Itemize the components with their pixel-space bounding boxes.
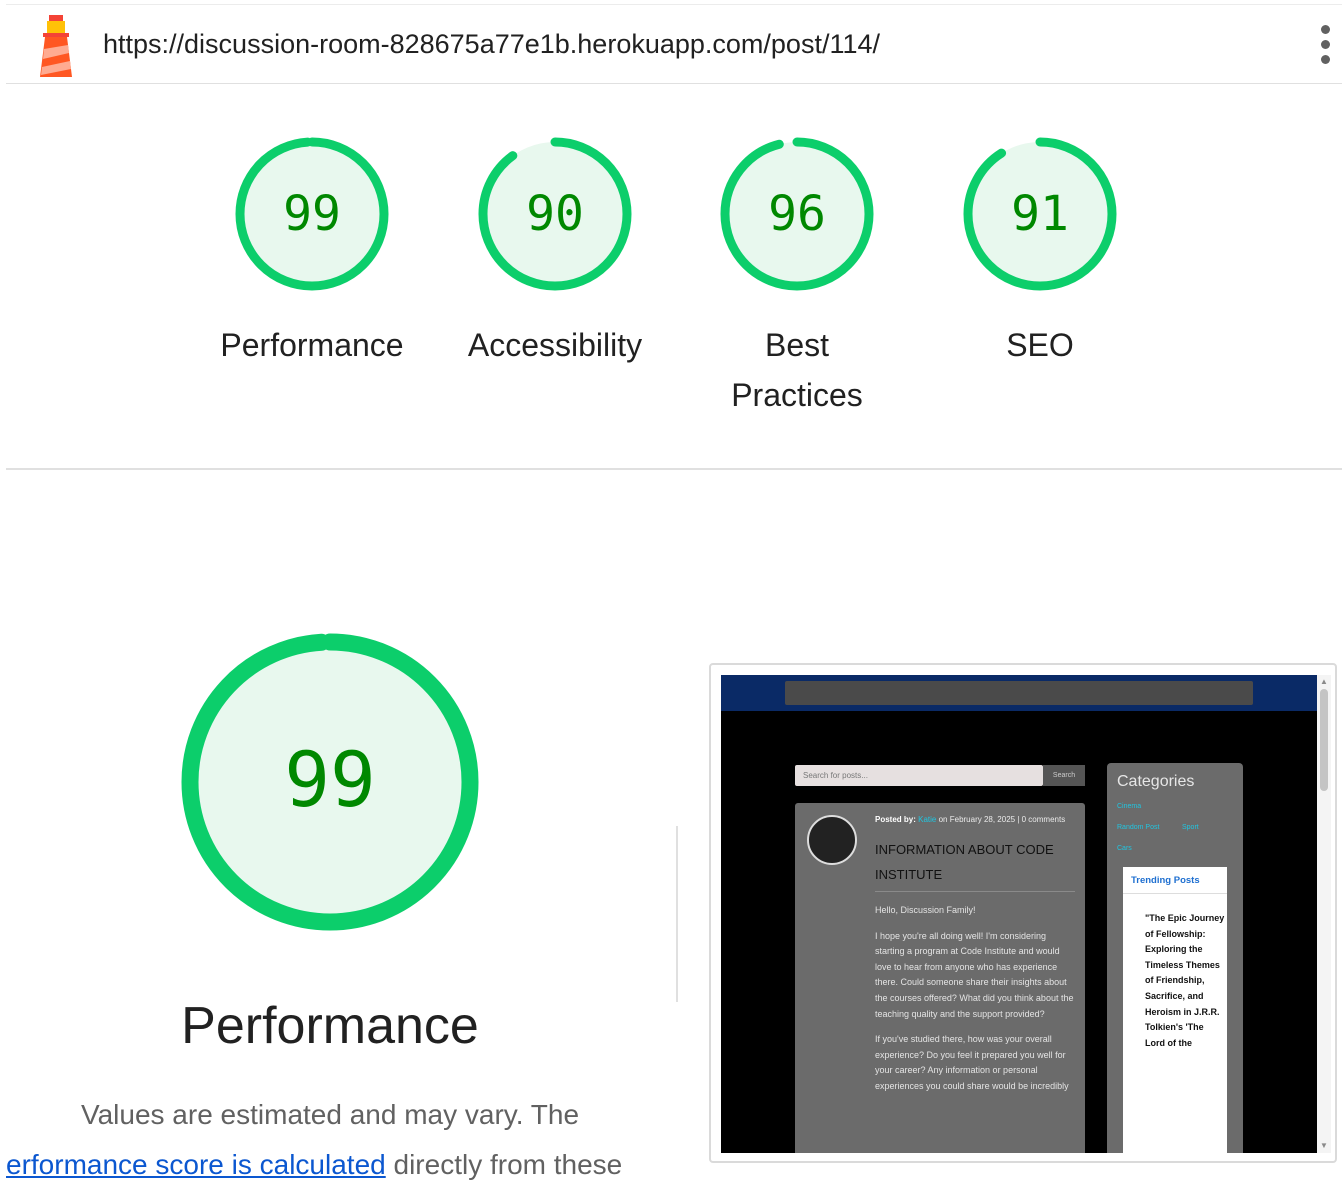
post-body: Hello, Discussion Family! I hope you're … [875, 903, 1075, 1105]
final-screenshot[interactable]: Search for posts... Search Posted by: Ka… [721, 675, 1317, 1153]
category-link: Sport [1182, 824, 1199, 831]
description-rest: directly from these [385, 1149, 623, 1180]
best-practices-score: 96 [768, 186, 826, 242]
posted-by-label: Posted by: [875, 815, 916, 824]
post-paragraph: If you've studied there, how was your ov… [875, 1034, 1069, 1091]
seo-score: 91 [1011, 186, 1069, 242]
seo-label: SEO [1006, 327, 1074, 363]
section-divider [6, 468, 1342, 470]
gauge-label-line: Practices [731, 377, 863, 413]
category-link: Random Post [1117, 824, 1160, 831]
site-search-button: Search [1043, 765, 1085, 786]
report-header: https://discussion-room-828675a77e1b.her… [6, 4, 1342, 84]
categories-card: Categories Cinema Random Post Sport Cars… [1107, 763, 1243, 1153]
best-practices-label: Best Practices [687, 320, 907, 420]
performance-detail-title: Performance [181, 997, 479, 1055]
post-title: INFORMATION ABOUT CODE INSTITUTE [875, 842, 1054, 882]
post-divider [875, 891, 1075, 892]
post-meta: Posted by: Katie on February 28, 2025 | … [875, 815, 1065, 824]
category-link: Cinema [1117, 803, 1142, 810]
performance-description-line2: erformance score is calculated directly … [6, 1140, 622, 1190]
performance-description: Values are estimated and may vary. The [80, 1099, 580, 1130]
performance-detail-score: 99 [284, 735, 376, 824]
trending-divider [1123, 893, 1227, 894]
column-divider [676, 826, 678, 1002]
more-options-icon[interactable] [1312, 25, 1338, 69]
seo-gauge[interactable]: 91 SEO [930, 132, 1150, 432]
lighthouse-icon [40, 15, 72, 77]
scroll-up-icon[interactable]: ▲ [1320, 677, 1328, 686]
scroll-down-icon[interactable]: ▼ [1320, 1141, 1328, 1150]
report-url[interactable]: https://discussion-room-828675a77e1b.her… [103, 29, 880, 60]
accessibility-label: Accessibility [467, 327, 643, 363]
gauge-label-line: Best [764, 327, 830, 363]
post-greeting: Hello, Discussion Family! [875, 905, 976, 915]
performance-gauge[interactable]: 99 Performance [202, 132, 422, 432]
category-link: Cars [1117, 845, 1132, 852]
post-author: Katie [918, 815, 937, 824]
post-date: on February 28, 2025 | 0 comments [938, 815, 1066, 824]
site-search-input: Search for posts... [795, 765, 1043, 786]
author-avatar [807, 815, 857, 865]
performance-score: 99 [283, 186, 341, 242]
site-navbar [721, 675, 1317, 711]
performance-detail-gauge: 99 [178, 630, 482, 934]
accessibility-gauge[interactable]: 90 Accessibility [445, 132, 665, 432]
best-practices-gauge[interactable]: 96 Best Practices [687, 132, 907, 432]
post-paragraph: I hope you're all doing well! I'm consid… [875, 930, 1074, 1019]
trending-title: Trending Posts [1131, 875, 1200, 886]
screenshot-scrollbar[interactable]: ▲ ▼ [1317, 675, 1331, 1153]
post-card: Posted by: Katie on February 28, 2025 | … [795, 803, 1085, 1153]
trending-posts-card: Trending Posts "The Epic Journey of Fell… [1123, 867, 1227, 1153]
performance-label: Performance [220, 327, 404, 363]
scrollbar-thumb[interactable] [1320, 689, 1328, 791]
navbar-bar [785, 681, 1253, 705]
score-calculated-link[interactable]: erformance score is calculated [6, 1149, 386, 1180]
trending-item: "The Epic Journey of Fellowship: Explori… [1145, 913, 1225, 1048]
categories-title: Categories [1117, 773, 1195, 790]
accessibility-score: 90 [526, 186, 584, 242]
